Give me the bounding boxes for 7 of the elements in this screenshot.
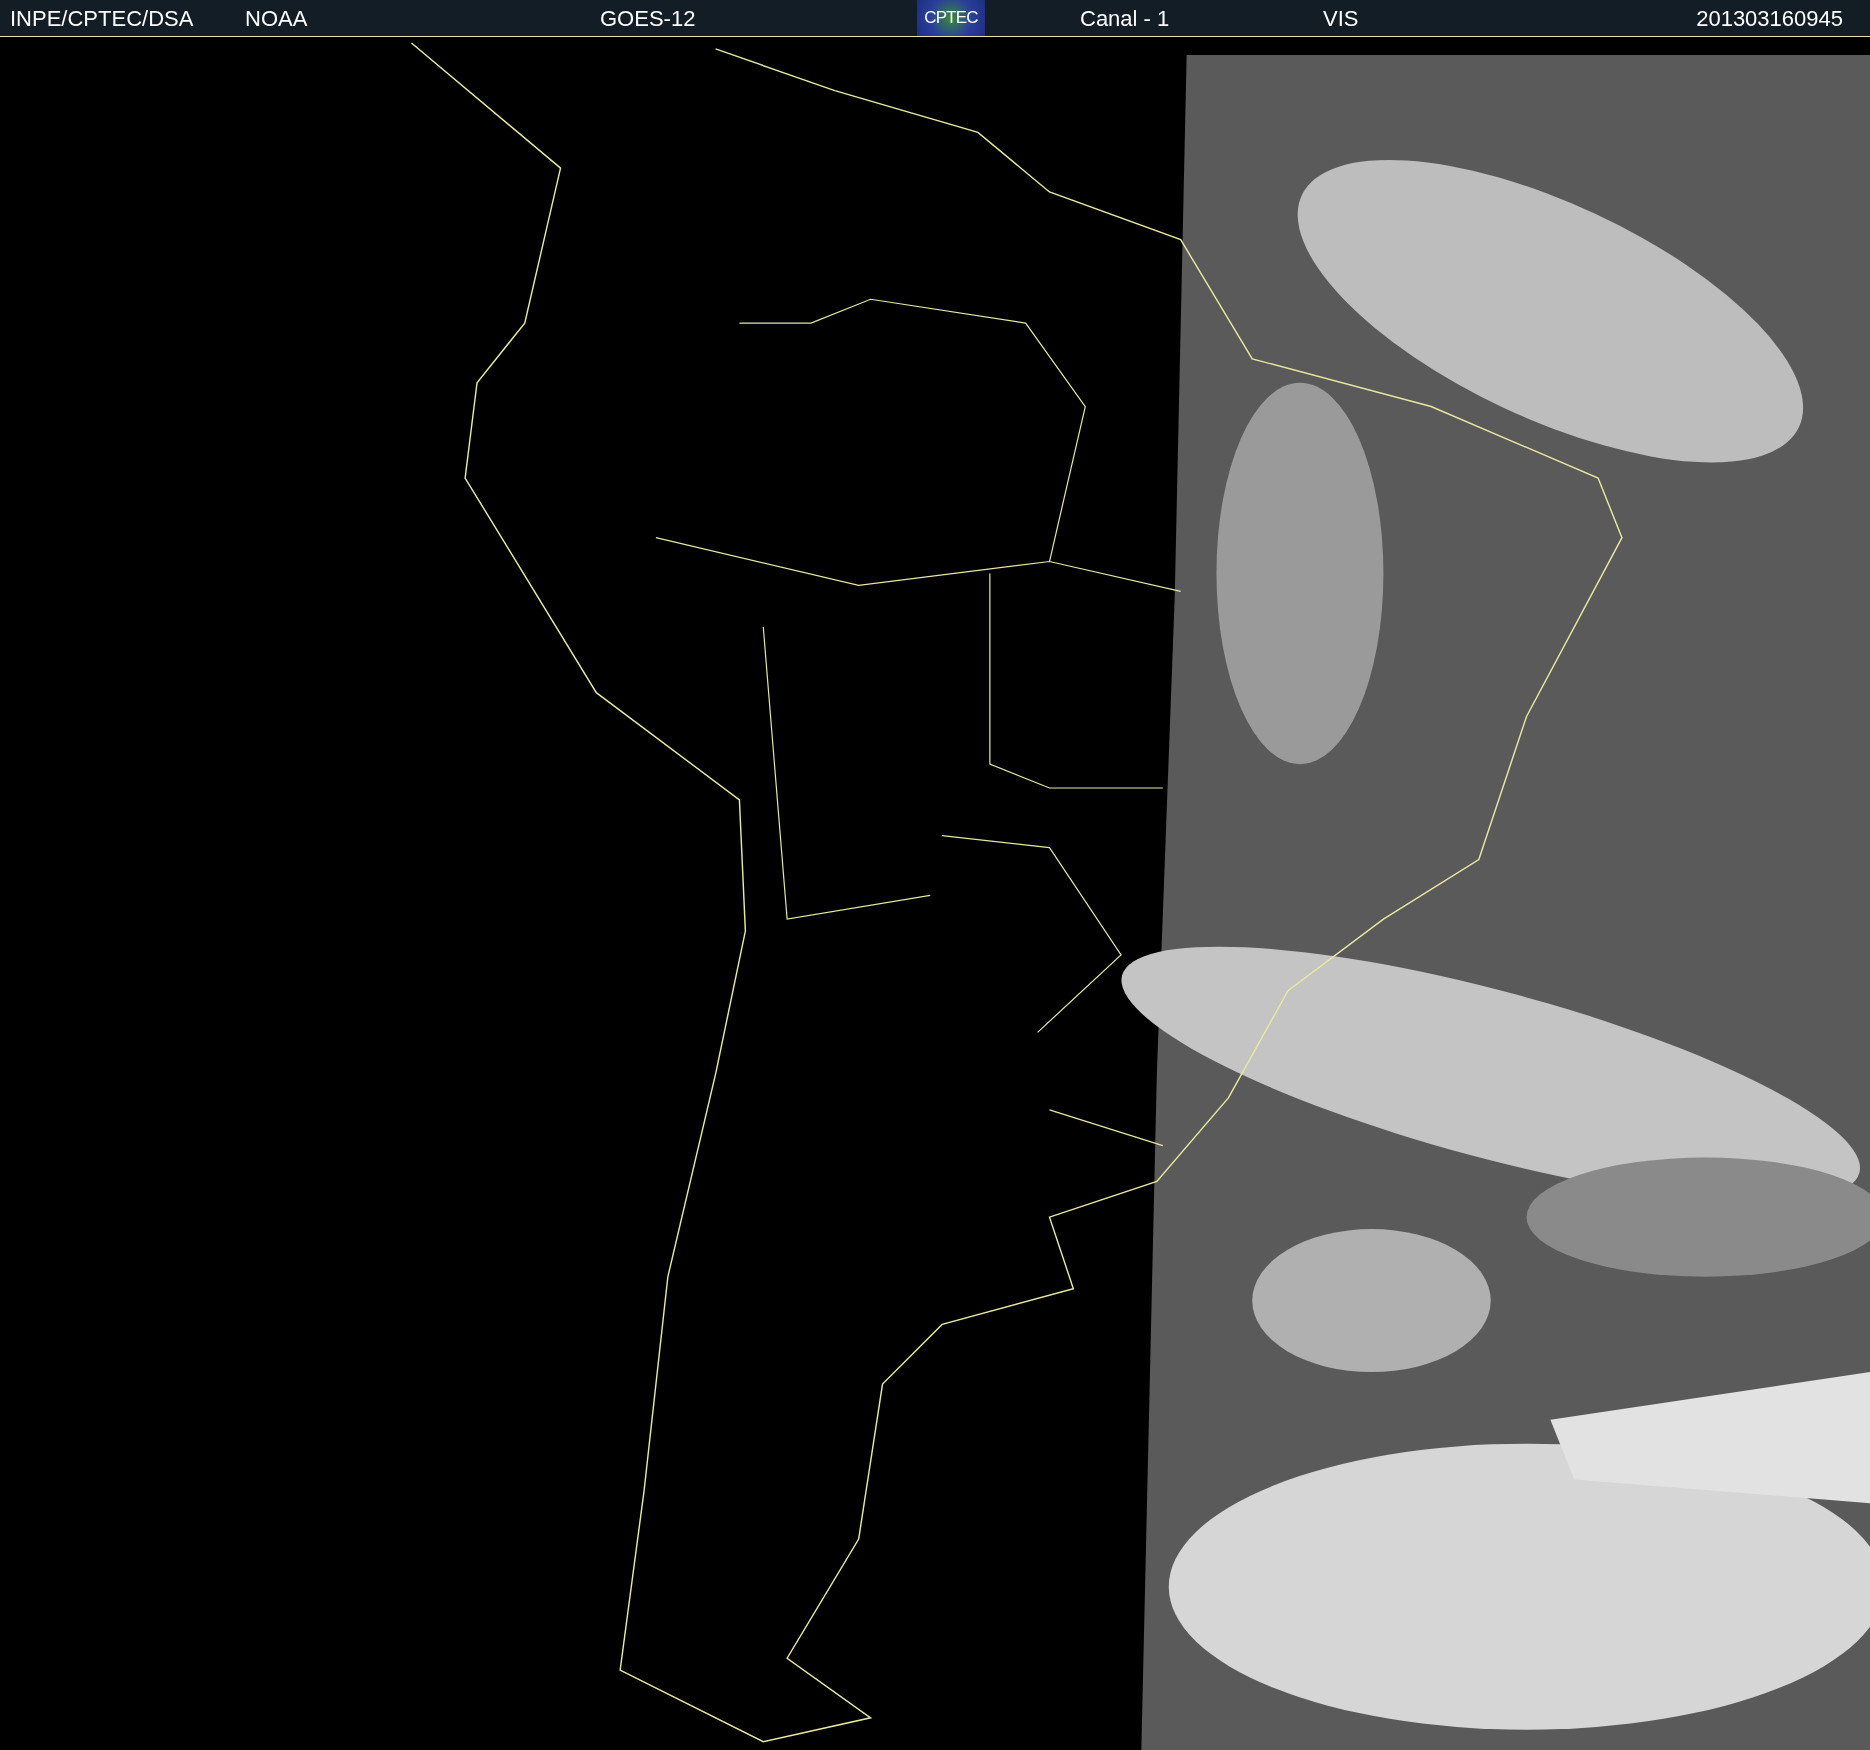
channel-label: Canal - 1: [1080, 4, 1170, 33]
band-label: VIS: [1323, 4, 1359, 33]
agency-label: NOAA: [245, 4, 308, 33]
satellite-label: GOES-12: [600, 4, 696, 33]
source-label: INPE/CPTEC/DSA: [10, 4, 194, 33]
logo: CPTEC: [917, 0, 985, 36]
timestamp: 201303160945: [1696, 4, 1843, 33]
